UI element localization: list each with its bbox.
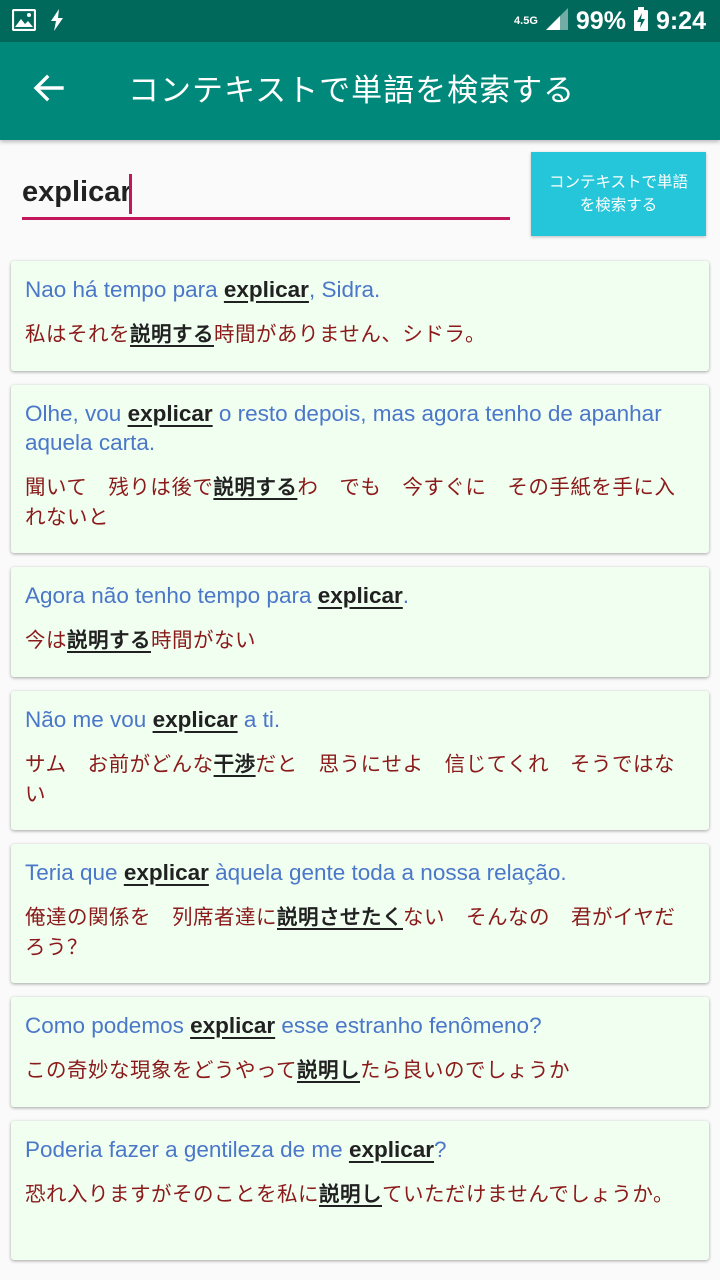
translation-sentence: 聞いて 残りは後で説明するわ でも 今すぐに その手紙を手に入れないと: [25, 472, 695, 532]
back-button[interactable]: [28, 70, 68, 110]
sentence-text: Olhe, vou: [25, 401, 128, 426]
result-card[interactable]: Como podemos explicar esse estranho fenô…: [11, 997, 709, 1107]
translation-sentence: 私はそれを説明する時間がありません、シドラ。: [25, 319, 695, 349]
highlighted-term: 説明し: [296, 1058, 360, 1082]
result-card[interactable]: Não me vou explicar a ti. サム お前がどんな干渉だと 思…: [11, 691, 709, 830]
sentence-text: Não me vou: [25, 707, 153, 732]
highlighted-term: explicar: [127, 401, 213, 426]
source-sentence: Nao há tempo para explicar, Sidra.: [25, 275, 695, 304]
sentence-text: 恐れ入りますがそのことを私に: [25, 1182, 319, 1206]
translation-sentence: 今は説明する時間がない: [25, 625, 695, 655]
result-card[interactable]: Poderia fazer a gentileza de me explicar…: [11, 1121, 709, 1260]
source-sentence: Olhe, vou explicar o resto depois, mas a…: [25, 399, 695, 457]
sentence-text: Agora não tenho tempo para: [25, 583, 318, 608]
translation-sentence: この奇妙な現象をどうやって説明したら良いのでしょうか: [25, 1055, 695, 1085]
translation-sentence: サム お前がどんな干渉だと 思うにせよ 信じてくれ そうではない: [25, 749, 695, 809]
sentence-text: 今は: [25, 628, 67, 652]
sentence-text: a ti.: [237, 707, 281, 732]
sentence-text: Nao há tempo para: [25, 277, 224, 302]
translation-sentence: 恐れ入りますがそのことを私に説明していただけませんでしょうか。: [25, 1179, 695, 1209]
highlighted-term: explicar: [317, 583, 403, 608]
highlighted-term: explicar: [123, 860, 209, 885]
highlighted-term: explicar: [190, 1013, 276, 1038]
sentence-text: .: [402, 583, 410, 608]
source-sentence: Não me vou explicar a ti.: [25, 705, 695, 734]
highlighted-term: explicar: [348, 1137, 435, 1162]
result-card[interactable]: Teria que explicar àquela gente toda a n…: [11, 844, 709, 983]
app-bar: コンテキストで単語を検索する: [0, 42, 720, 140]
sentence-text: Teria que: [25, 860, 124, 885]
sentence-text: ていただけませんでしょうか。: [382, 1182, 674, 1206]
search-input[interactable]: [22, 168, 510, 220]
sentence-text: 俺達の関係を 列席者達に: [25, 905, 277, 929]
highlighted-term: 説明し: [319, 1182, 382, 1206]
highlighted-term: 説明する: [67, 628, 151, 652]
network-type: 4.5G: [514, 14, 538, 27]
sentence-text: àquela gente toda a nossa relação.: [208, 860, 567, 885]
sentence-text: サム お前がどんな: [25, 752, 214, 776]
clock: 9:24: [655, 6, 706, 35]
sentence-text: 聞いて 残りは後で: [25, 475, 214, 499]
search-context-button[interactable]: コンテキストで単語 を検索する: [531, 152, 706, 236]
highlighted-term: explicar: [223, 277, 309, 302]
sentence-text: Poderia fazer a gentileza de me: [25, 1137, 349, 1162]
sentence-text: 時間がありません、シドラ。: [214, 322, 486, 346]
page-title: コンテキストで単語を検索する: [128, 73, 576, 109]
sentence-text: 時間がない: [151, 628, 256, 652]
battery-icon: [633, 6, 648, 36]
status-bar: 4.5G 99% 9:24: [0, 0, 720, 42]
source-sentence: Agora não tenho tempo para explicar.: [25, 581, 695, 610]
highlighted-term: 説明する: [130, 322, 214, 346]
sentence-text: , Sidra.: [308, 277, 381, 302]
battery-percent: 99%: [575, 6, 626, 35]
highlighted-term: explicar: [152, 707, 238, 732]
source-sentence: Teria que explicar àquela gente toda a n…: [25, 858, 695, 887]
sentence-text: ?: [434, 1137, 447, 1162]
flash-icon: [50, 9, 64, 35]
sentence-text: esse estranho fenômeno?: [275, 1013, 542, 1038]
result-card[interactable]: Nao há tempo para explicar, Sidra. 私はそれを説…: [11, 261, 709, 371]
highlighted-term: 説明させたく: [277, 905, 403, 929]
sentence-text: 私はそれを: [25, 322, 130, 346]
source-sentence: Poderia fazer a gentileza de me explicar…: [25, 1135, 695, 1164]
signal-icon: [545, 7, 568, 35]
highlighted-term: 説明する: [213, 475, 298, 499]
text-cursor: [129, 174, 132, 214]
result-card[interactable]: Olhe, vou explicar o resto depois, mas a…: [11, 385, 709, 553]
result-card[interactable]: Agora não tenho tempo para explicar. 今は説明…: [11, 567, 709, 677]
sentence-text: この奇妙な現象をどうやって: [25, 1058, 297, 1082]
sentence-text: Como podemos: [25, 1013, 191, 1038]
translation-sentence: 俺達の関係を 列席者達に説明させたくない そんなの 君がイヤだろう？: [25, 902, 695, 962]
image-icon: [11, 8, 37, 35]
highlighted-term: 干渉: [213, 752, 256, 776]
sentence-text: たら良いのでしょうか: [359, 1058, 570, 1082]
arrow-left-icon: [32, 72, 64, 108]
source-sentence: Como podemos explicar esse estranho fenô…: [25, 1011, 695, 1040]
